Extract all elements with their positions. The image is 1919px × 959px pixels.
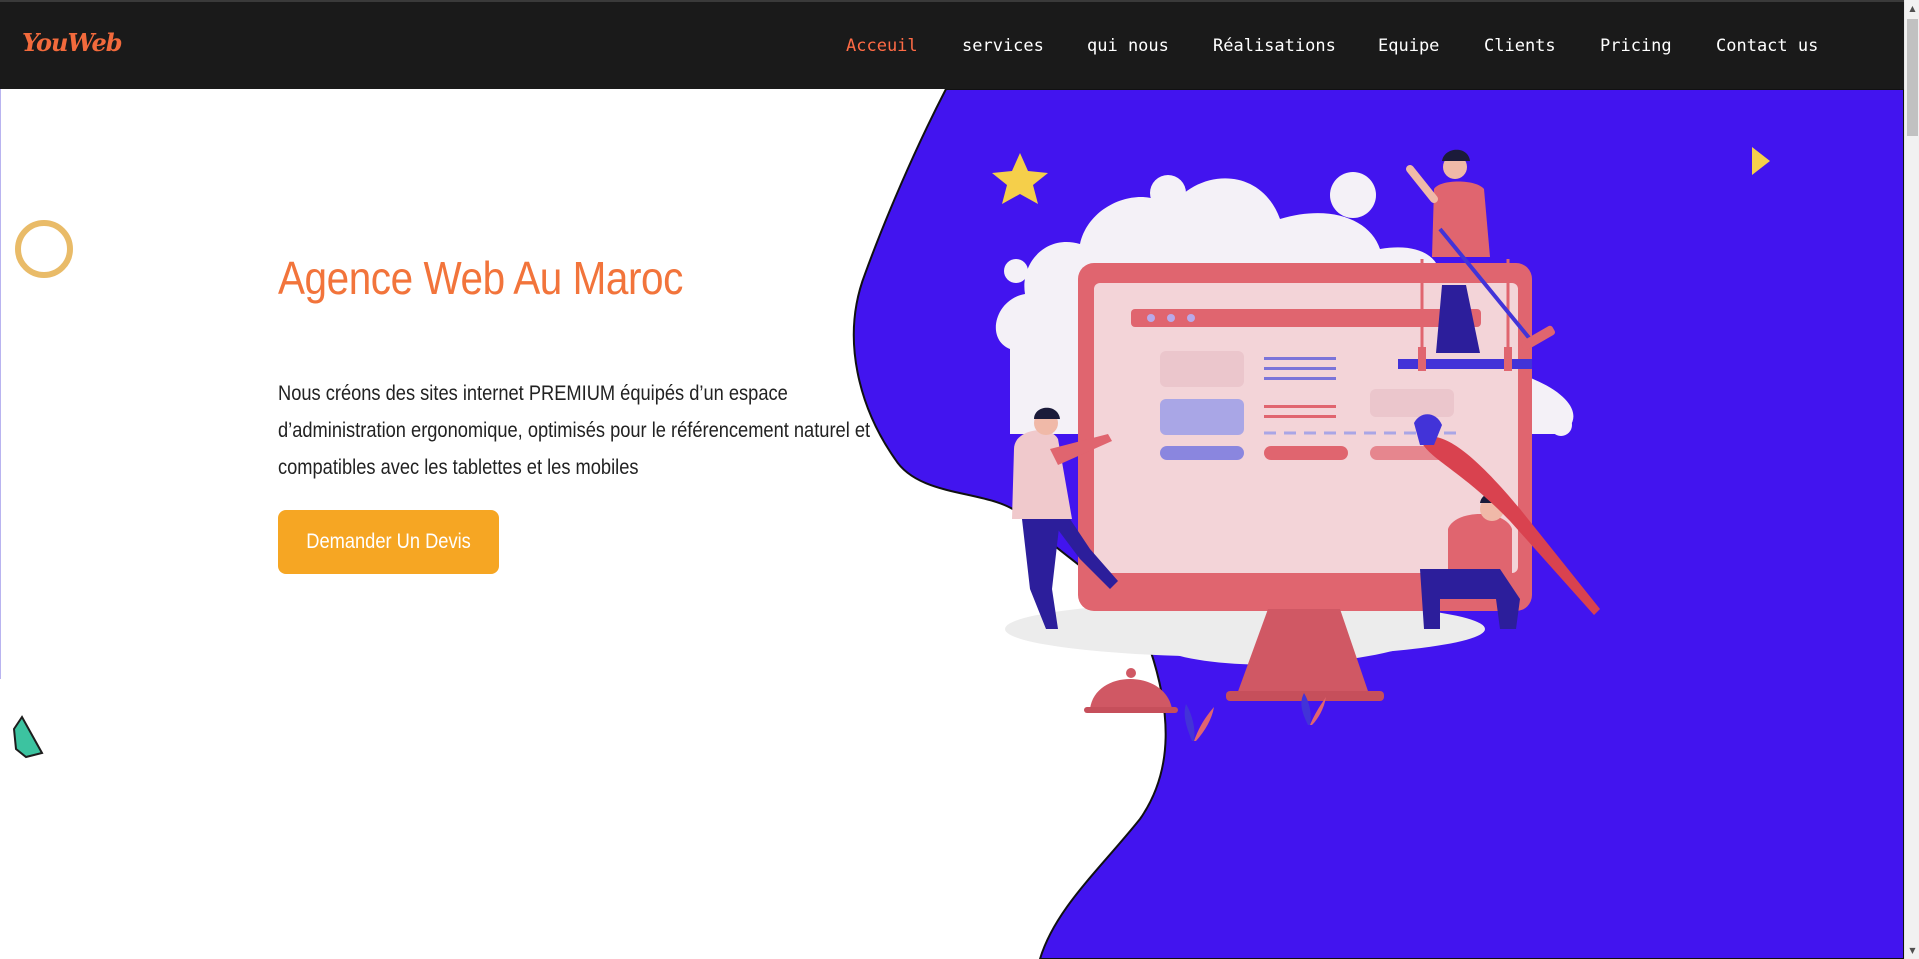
scroll-down-arrow-icon[interactable]: ▼ bbox=[1905, 942, 1919, 959]
nav-item-clients[interactable]: Clients bbox=[1484, 36, 1556, 56]
nav-item-pricing[interactable]: Pricing bbox=[1600, 36, 1672, 56]
hero-description: Nous créons des sites internet PREMIUM é… bbox=[278, 382, 871, 479]
page-left-border bbox=[0, 89, 1, 679]
request-quote-button[interactable]: Demander Un Devis bbox=[278, 510, 499, 574]
scrollbar-thumb[interactable] bbox=[1907, 19, 1918, 136]
nav-item-acceuil[interactable]: Acceuil bbox=[846, 36, 918, 56]
nav-item-equipe[interactable]: Equipe bbox=[1378, 36, 1439, 56]
hero-title: Agence Web Au Maroc bbox=[278, 252, 683, 304]
nav-item-qui-nous[interactable]: qui nous bbox=[1087, 36, 1169, 56]
nav-item-services[interactable]: services bbox=[962, 36, 1044, 56]
request-quote-button-label: Demander Un Devis bbox=[306, 530, 471, 553]
hero-section: Agence Web Au Maroc Nous créons des site… bbox=[0, 89, 1904, 959]
gem-decoration bbox=[12, 715, 44, 759]
ring-decoration bbox=[15, 220, 73, 278]
navbar: YouWeb Acceuil services qui nous Réalisa… bbox=[0, 0, 1904, 89]
nav-item-contact-us[interactable]: Contact us bbox=[1716, 36, 1818, 56]
nav-item-realisations[interactable]: Réalisations bbox=[1213, 36, 1336, 56]
scroll-up-arrow-icon[interactable]: ▲ bbox=[1905, 0, 1919, 17]
vertical-scrollbar[interactable]: ▲ ▼ bbox=[1904, 0, 1919, 959]
nav-menu: Acceuil services qui nous Réalisations E… bbox=[0, 36, 1904, 60]
